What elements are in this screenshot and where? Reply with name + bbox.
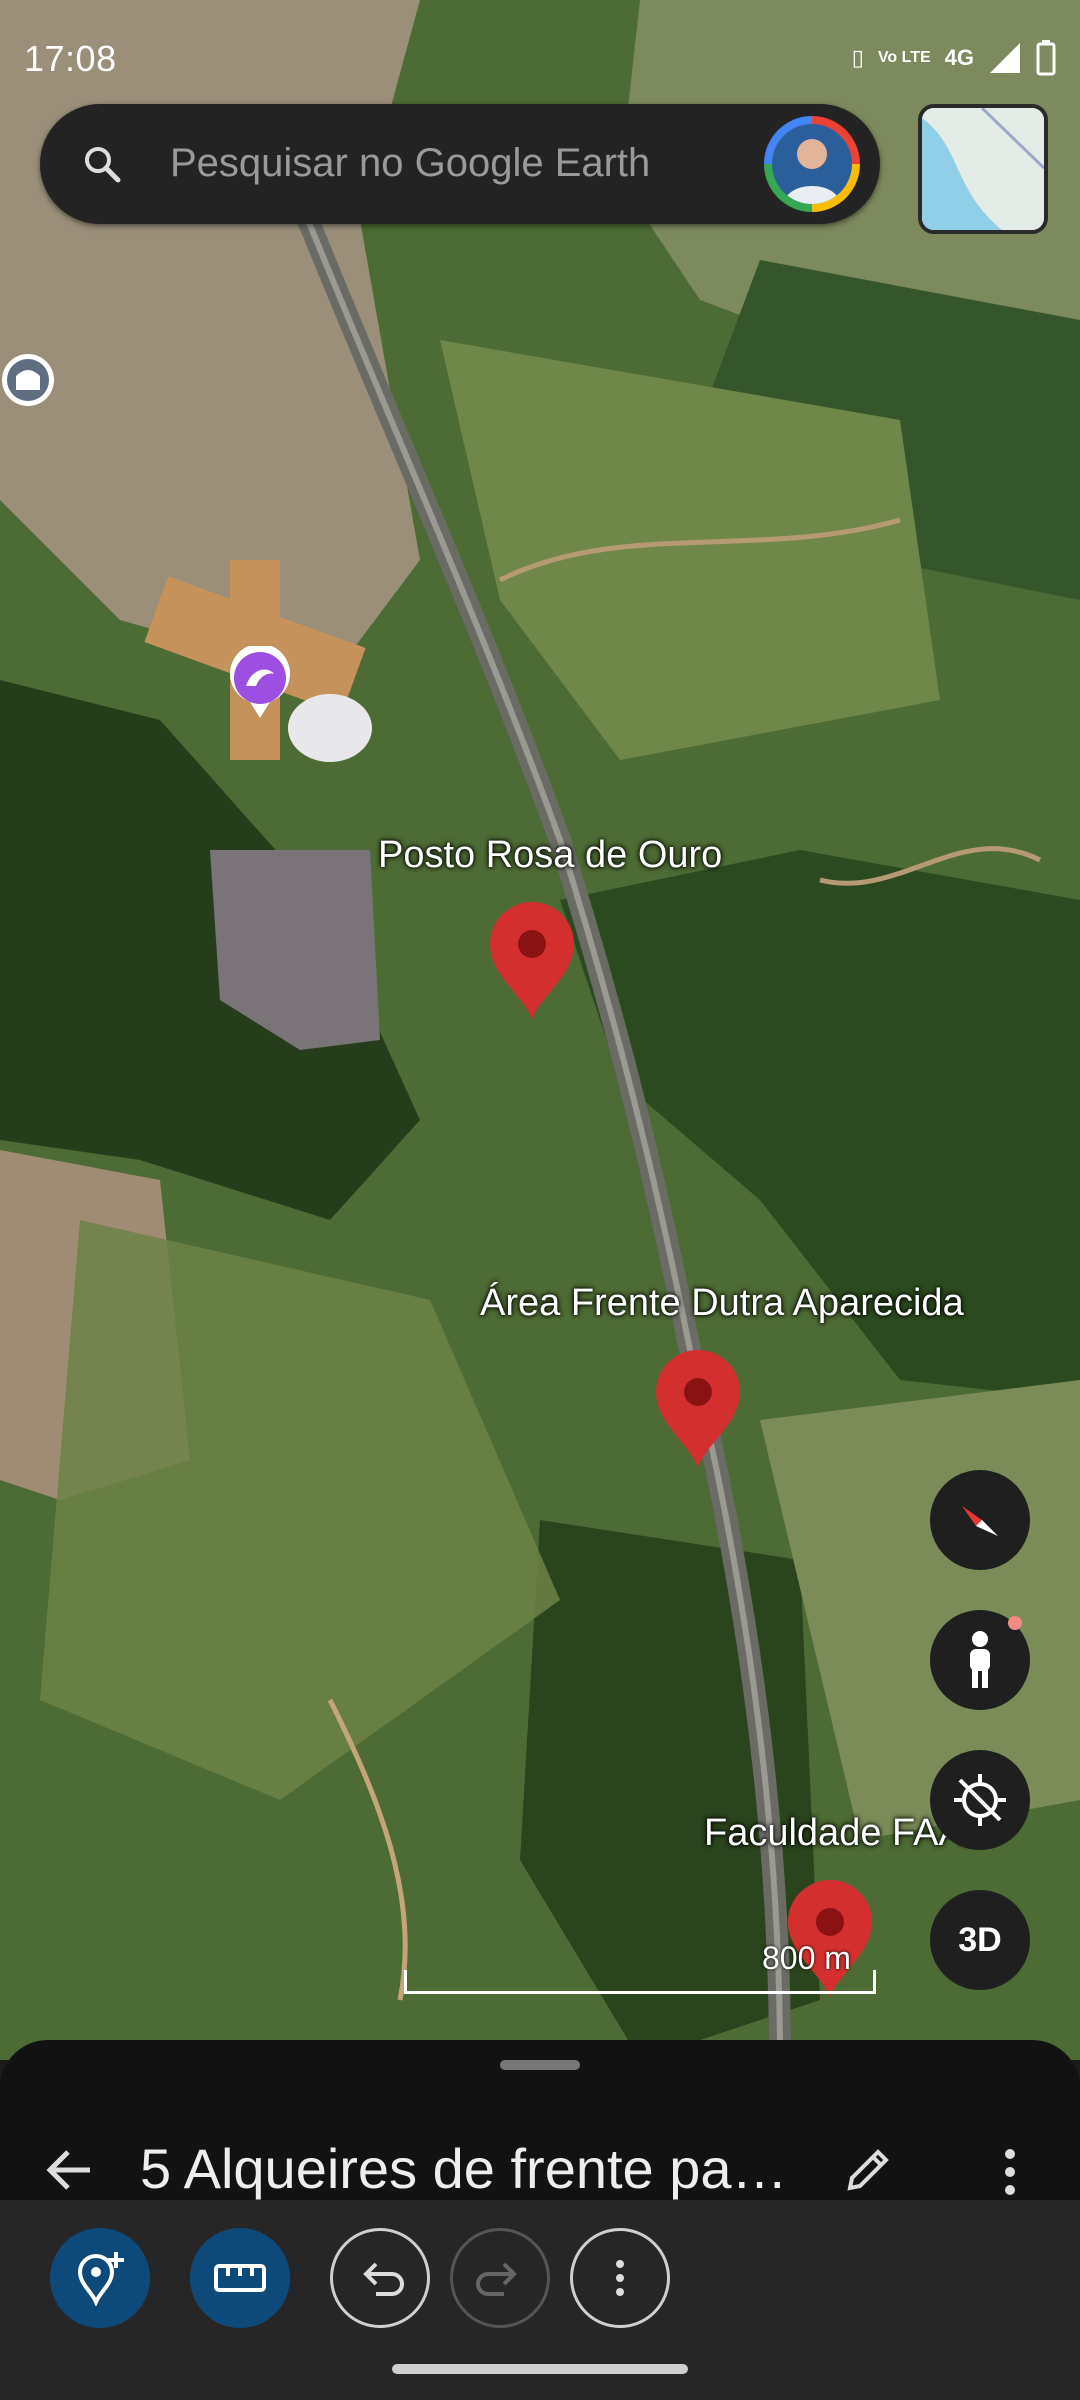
undo-icon xyxy=(363,2262,404,2296)
status-bar: 17:08 ▯ Vo LTE 4G xyxy=(0,0,1080,110)
ruler-icon xyxy=(214,2264,266,2292)
search-input[interactable]: Pesquisar no Google Earth xyxy=(170,141,650,186)
satellite-map[interactable] xyxy=(0,0,1080,2060)
placemark-pin[interactable] xyxy=(652,1346,744,1470)
status-time: 17:08 xyxy=(24,38,117,79)
back-arrow-icon[interactable] xyxy=(44,2144,96,2196)
location-off-icon xyxy=(954,1774,1006,1826)
add-placemark-button[interactable] xyxy=(50,2228,150,2328)
placemark-label[interactable]: Posto Rosa de Ouro xyxy=(378,834,722,877)
more-vert-icon xyxy=(616,2260,624,2296)
placemark-label[interactable]: Área Frente Dutra Aparecida xyxy=(480,1282,964,1325)
toolbar-more-button[interactable] xyxy=(570,2228,670,2328)
drag-handle[interactable] xyxy=(500,2060,580,2070)
search-icon xyxy=(85,147,121,183)
street-view-button[interactable] xyxy=(930,1610,1030,1710)
avatar[interactable] xyxy=(764,116,860,212)
vibrate-icon: ▯ xyxy=(851,45,864,70)
volte-icon: Vo LTE xyxy=(877,49,931,66)
undo-button[interactable] xyxy=(330,2228,430,2328)
landmark-icon[interactable] xyxy=(0,352,60,422)
compass-icon xyxy=(962,1506,998,1536)
pegman-icon xyxy=(970,1631,990,1688)
edit-icon[interactable] xyxy=(840,2142,896,2198)
signal-icon xyxy=(990,43,1020,73)
notification-dot xyxy=(1008,1616,1022,1630)
redo-button[interactable] xyxy=(450,2228,550,2328)
project-title[interactable]: 5 Alqueires de frente para a Dutra xyxy=(140,2136,800,2201)
redo-icon xyxy=(476,2262,517,2296)
scale-bar xyxy=(404,1970,876,1994)
compass-button[interactable] xyxy=(930,1470,1030,1570)
my-location-button[interactable] xyxy=(930,1750,1030,1850)
dolphin-icon[interactable] xyxy=(228,643,292,720)
battery-icon xyxy=(1036,40,1056,76)
search-bar[interactable]: Pesquisar no Google Earth xyxy=(40,104,880,224)
more-vert-icon[interactable] xyxy=(990,2144,1030,2200)
add-placemark-icon xyxy=(77,2252,124,2306)
gesture-nav-bar[interactable] xyxy=(392,2364,688,2374)
3d-toggle-button[interactable]: 3D xyxy=(930,1890,1030,1990)
map-layer-icon[interactable] xyxy=(918,104,1048,234)
placemark-pin[interactable] xyxy=(486,898,578,1022)
network-type: 4G xyxy=(944,45,974,70)
measure-button[interactable] xyxy=(190,2228,290,2328)
